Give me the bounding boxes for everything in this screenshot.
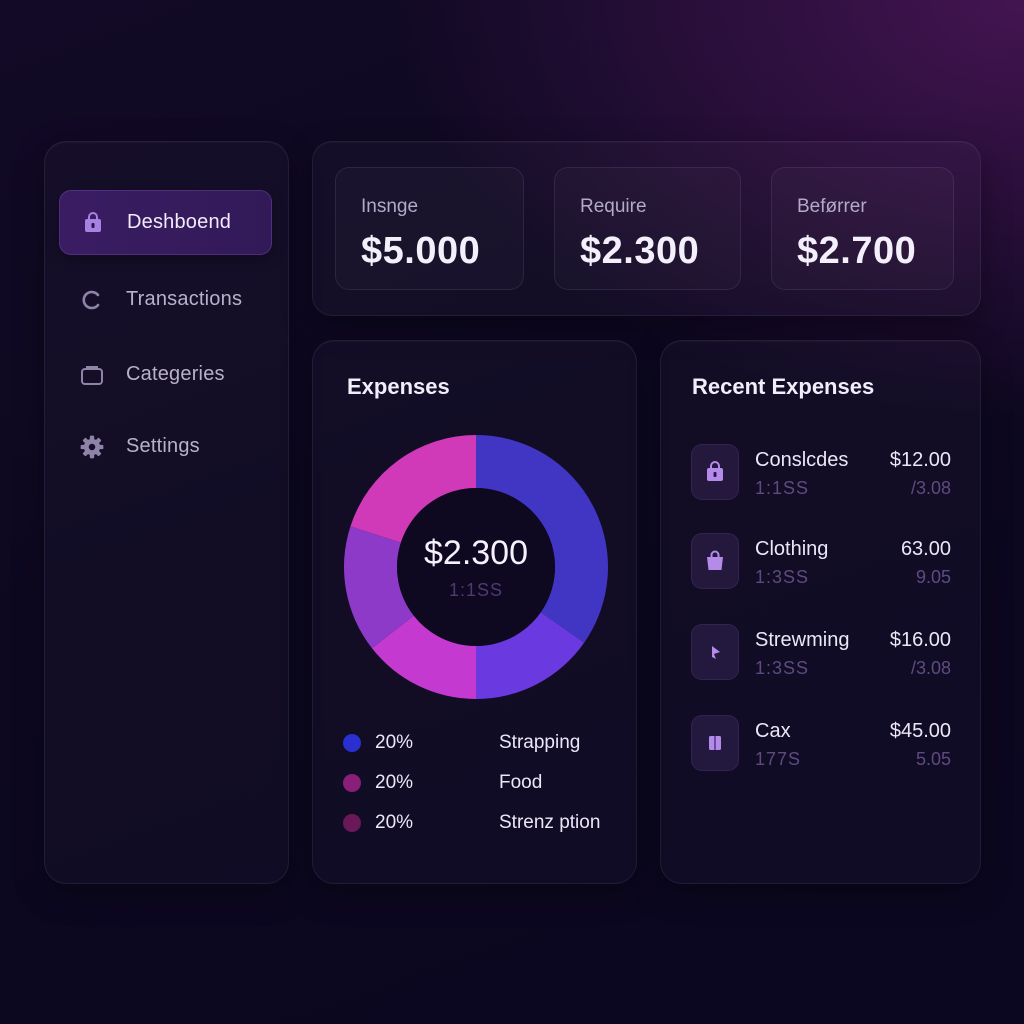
expense-sub: 177S bbox=[755, 749, 802, 769]
expense-amount: $12.00 bbox=[889, 449, 951, 471]
lock-bag-icon bbox=[85, 211, 101, 232]
expense-sub: 1:3SS bbox=[755, 658, 810, 678]
expense-row[interactable]: Cax 177S $45.00 5.05 bbox=[691, 713, 961, 773]
expense-sub-amount: 9.05 bbox=[915, 567, 951, 587]
refresh-icon bbox=[82, 290, 100, 309]
legend-label: Food bbox=[499, 772, 543, 793]
legend-item[interactable]: 20% Strapping bbox=[343, 731, 633, 755]
legend-dot bbox=[343, 774, 361, 792]
expense-name: Strewming bbox=[755, 629, 850, 651]
stat-card-balance[interactable]: Beførrer $2.700 bbox=[771, 167, 954, 290]
expense-icon bbox=[691, 444, 739, 500]
stat-label: Require bbox=[580, 196, 647, 217]
expense-name: Cax bbox=[755, 720, 791, 742]
legend-item[interactable]: 20% Food bbox=[343, 771, 633, 795]
legend-percent: 20% bbox=[375, 732, 414, 753]
stat-label: Beførrer bbox=[797, 196, 867, 217]
recent-expenses-panel: Recent Expenses Conslcdes 1:1SS $12.00 /… bbox=[660, 340, 981, 884]
sidebar-item-label: Categeries bbox=[126, 363, 225, 385]
folder-icon bbox=[81, 365, 103, 385]
card-icon bbox=[709, 736, 721, 750]
legend-percent: 20% bbox=[375, 812, 414, 833]
legend-item[interactable]: 20% Strenz ption bbox=[343, 811, 633, 835]
recent-expenses-title: Recent Expenses bbox=[692, 374, 875, 399]
bag-icon bbox=[707, 461, 723, 481]
gear-icon bbox=[80, 435, 104, 458]
expense-sub: 1:1SS bbox=[755, 478, 810, 498]
expense-name: Clothing bbox=[755, 538, 829, 560]
legend-label: Strapping bbox=[499, 732, 581, 753]
expenses-title: Expenses bbox=[347, 374, 450, 399]
summary-panel: Insnge $5.000 Require $2.300 Beførrer $2… bbox=[312, 141, 981, 316]
expense-row[interactable]: Clothing 1:3SS 63.00 9.05 bbox=[691, 531, 961, 591]
expenses-panel: Expenses $2.300 1:1SS 20% Strapping 20% … bbox=[312, 340, 637, 884]
legend-label: Strenz ption bbox=[499, 812, 601, 833]
expense-sub: 1:3SS bbox=[755, 567, 810, 587]
sidebar-item-categories[interactable]: Categeries bbox=[59, 343, 270, 406]
stat-value: $2.300 bbox=[580, 230, 700, 272]
sidebar: Deshboend Transactions Categeries Settin… bbox=[44, 141, 289, 884]
stat-card-require[interactable]: Require $2.300 bbox=[554, 167, 741, 290]
expense-amount: $16.00 bbox=[889, 629, 951, 651]
expense-row[interactable]: Strewming 1:3SS $16.00 /3.08 bbox=[691, 622, 961, 682]
expense-name: Conslcdes bbox=[755, 449, 849, 471]
expenses-donut-chart[interactable]: $2.300 1:1SS bbox=[343, 433, 609, 701]
expense-amount: 63.00 bbox=[900, 538, 951, 560]
sidebar-item-label: Transactions bbox=[126, 288, 243, 310]
legend-dot bbox=[343, 814, 361, 832]
stat-value: $2.700 bbox=[797, 230, 917, 272]
play-icon bbox=[712, 646, 720, 659]
sidebar-item-label: Settings bbox=[126, 435, 200, 457]
expense-icon bbox=[691, 715, 739, 771]
expense-amount: $45.00 bbox=[889, 720, 951, 742]
expense-icon bbox=[691, 624, 739, 680]
stat-label: Insnge bbox=[361, 196, 419, 217]
sidebar-item-dashboard[interactable]: Deshboend bbox=[59, 190, 272, 255]
donut-center-sub: 1:1SS bbox=[449, 580, 503, 600]
expense-sub-amount: /3.08 bbox=[910, 658, 951, 678]
shopping-bag-icon bbox=[707, 550, 723, 570]
expense-sub-amount: 5.05 bbox=[915, 749, 951, 769]
sidebar-item-label: Deshboend bbox=[127, 211, 232, 233]
expense-icon bbox=[691, 533, 739, 589]
sidebar-item-transactions[interactable]: Transactions bbox=[59, 268, 270, 331]
donut-center-value: $2.300 bbox=[424, 534, 528, 572]
legend-dot bbox=[343, 734, 361, 752]
expense-row[interactable]: Conslcdes 1:1SS $12.00 /3.08 bbox=[691, 442, 961, 502]
sidebar-item-settings[interactable]: Settings bbox=[59, 415, 270, 478]
legend-percent: 20% bbox=[375, 772, 414, 793]
stat-value: $5.000 bbox=[361, 230, 481, 272]
stat-card-income[interactable]: Insnge $5.000 bbox=[335, 167, 524, 290]
expense-sub-amount: /3.08 bbox=[910, 478, 951, 498]
